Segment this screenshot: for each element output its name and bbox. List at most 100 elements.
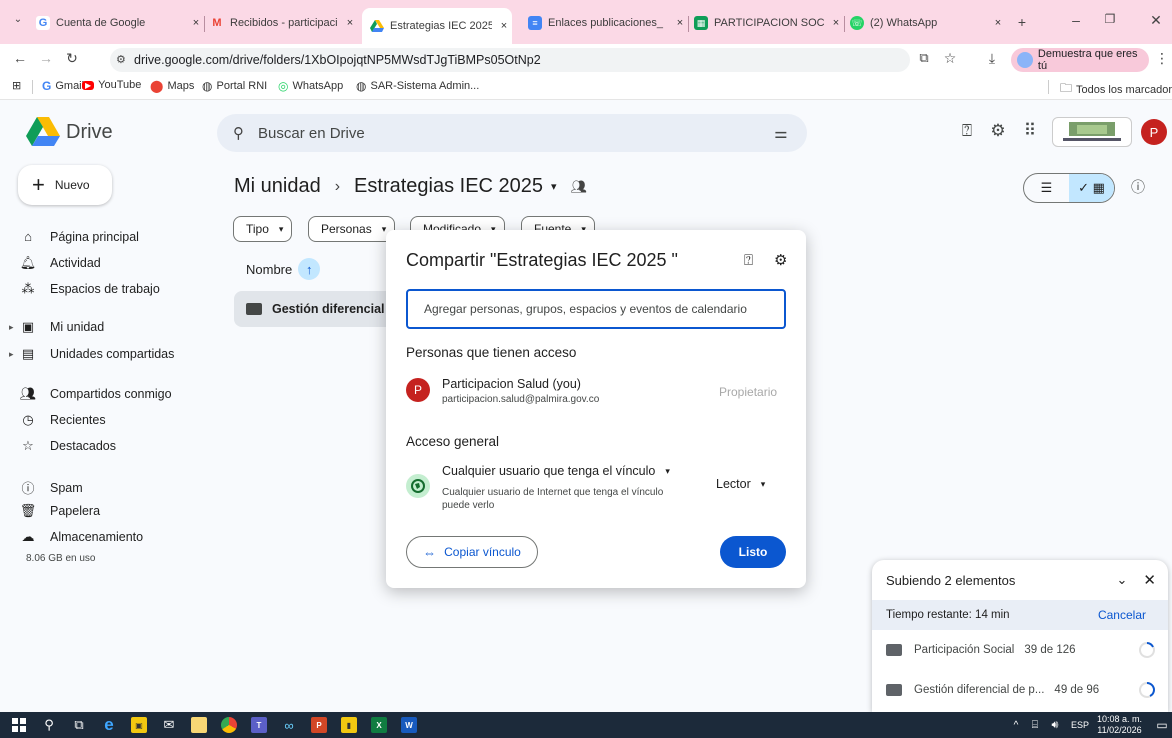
search-input[interactable]: Buscar en Drive — [258, 125, 769, 142]
drive-app-name[interactable]: Drive — [66, 121, 113, 144]
all-bookmarks[interactable]: 🗀Todos los marcadores — [1060, 79, 1172, 100]
nav-recent[interactable]: ◷ Recientes — [18, 412, 105, 428]
windows-start-icon[interactable] — [4, 712, 34, 738]
nav-trash[interactable]: 🗑︎ Papelera — [18, 503, 100, 519]
bookmark-sar[interactable]: ◍ SAR-Sistema Admin... — [356, 79, 479, 93]
nav-spam[interactable]: ⓘ Spam — [18, 478, 82, 497]
sort-arrow-up-icon[interactable]: ↑ — [298, 258, 321, 280]
nav-my-drive[interactable]: ▸ ▣ Mi unidad — [9, 319, 104, 335]
store-icon[interactable]: ▣ — [124, 712, 154, 738]
back-icon[interactable]: ← — [10, 50, 30, 66]
search-icon[interactable]: ⚲ — [34, 712, 64, 738]
folder-menu-caret-icon[interactable]: ▾ — [551, 180, 557, 193]
tab-search-icon[interactable]: ⌄ — [8, 14, 28, 25]
bookmark-youtube[interactable]: ▶ YouTube — [82, 79, 141, 91]
settings-gear-icon[interactable]: ⚙ — [986, 121, 1010, 141]
download-icon[interactable]: ⤓ — [982, 50, 1002, 67]
done-button[interactable]: Listo — [720, 536, 786, 568]
account-avatar[interactable]: P — [1141, 119, 1167, 145]
clock[interactable]: 10:08 a. m. 11/02/2026 — [1097, 714, 1142, 736]
nav-home[interactable]: ⌂ Página principal — [18, 229, 139, 244]
nav-storage[interactable]: ☁ Almacenamiento — [18, 529, 144, 545]
url-text[interactable]: drive.google.com/drive/folders/1XbOIpojq… — [134, 53, 541, 67]
bookmark-star-icon[interactable]: ☆ — [940, 50, 960, 67]
view-toggle[interactable]: ☰ ✓ ▦ — [1023, 173, 1115, 203]
power-bi-icon[interactable]: ▮ — [334, 712, 364, 738]
close-tab-icon[interactable]: × — [496, 20, 512, 32]
drive-search-bar[interactable]: ⚲ Buscar en Drive ⚌ — [217, 114, 807, 152]
forward-icon[interactable]: → — [36, 50, 56, 66]
close-window-icon[interactable]: ✕ — [1146, 12, 1166, 29]
help-icon[interactable]: ⍰ — [955, 121, 979, 141]
close-tab-icon[interactable]: × — [990, 17, 1006, 29]
bookmark-maps[interactable]: ⬤ Maps — [150, 79, 194, 93]
bookmark-gmail[interactable]: G Gmail — [42, 79, 84, 93]
info-icon[interactable]: ⓘ — [1126, 177, 1150, 197]
help-icon[interactable]: ⍰ — [744, 252, 753, 269]
nav-activity[interactable]: 🔔︎ Actividad — [18, 255, 101, 271]
copilot-icon[interactable]: ∞ — [274, 712, 304, 738]
breadcrumb-current[interactable]: Estrategias IEC 2025 — [354, 175, 543, 198]
notifications-icon[interactable]: ▭ — [1152, 712, 1172, 738]
grid-view-icon[interactable]: ✓ ▦ — [1069, 174, 1114, 202]
browser-menu-icon[interactable]: ⋮ — [1155, 50, 1169, 67]
tab-gmail[interactable]: M Recibidos - participacio × — [210, 11, 358, 35]
install-app-icon[interactable]: ⧉ — [914, 50, 934, 66]
close-tab-icon[interactable]: × — [188, 17, 204, 29]
tab-sheets[interactable]: ▦ PARTICIPACION SOCIAL × — [694, 11, 844, 35]
close-tab-icon[interactable]: × — [828, 17, 844, 29]
mail-icon[interactable]: ✉ — [154, 712, 184, 738]
copy-link-button[interactable]: ⇔ Copiar vínculo — [406, 536, 538, 568]
role-select[interactable]: Lector ▾ — [716, 477, 765, 491]
excel-icon[interactable]: X — [364, 712, 394, 738]
bookmark-portal-rni[interactable]: ◍ Portal RNI — [202, 79, 267, 93]
site-info-icon[interactable]: ⚙ — [116, 53, 126, 66]
settings-gear-icon[interactable]: ⚙ — [774, 251, 787, 269]
list-view-icon[interactable]: ☰ — [1024, 174, 1069, 202]
search-icon[interactable]: ⚲ — [233, 124, 244, 142]
profile-chip[interactable]: Demuestra que eres tú — [1011, 48, 1149, 72]
minimize-icon[interactable]: – — [1066, 12, 1086, 28]
google-apps-icon[interactable]: ⠿ — [1018, 121, 1042, 141]
expand-caret-icon[interactable]: ▸ — [9, 349, 14, 360]
close-tab-icon[interactable]: × — [672, 17, 688, 29]
teams-icon[interactable]: T — [244, 712, 274, 738]
cancel-upload-button[interactable]: Cancelar — [1098, 608, 1146, 622]
filter-people[interactable]: Personas ▾ — [308, 216, 396, 242]
restore-icon[interactable]: ❐ — [1100, 12, 1120, 26]
new-tab-button[interactable]: + — [1012, 14, 1032, 30]
powerpoint-icon[interactable]: P — [304, 712, 334, 738]
word-icon[interactable]: W — [394, 712, 424, 738]
expand-caret-icon[interactable]: ▸ — [9, 322, 14, 333]
close-tab-icon[interactable]: × — [342, 17, 358, 29]
nav-starred[interactable]: ☆ Destacados — [18, 438, 116, 454]
new-button[interactable]: + Nuevo — [18, 165, 112, 205]
breadcrumb-root[interactable]: Mi unidad — [234, 175, 321, 198]
search-options-icon[interactable]: ⚌ — [769, 124, 793, 142]
organization-logo[interactable] — [1052, 117, 1132, 147]
task-view-icon[interactable]: ⧉ — [64, 712, 94, 738]
nav-shared-drives[interactable]: ▸ ▤ Unidades compartidas — [9, 346, 174, 362]
file-explorer-icon[interactable] — [184, 712, 214, 738]
sort-by-name[interactable]: Nombre ↑ — [246, 258, 321, 280]
nav-shared-with-me[interactable]: 👥︎ Compartidos conmigo — [18, 386, 172, 402]
chrome-icon[interactable] — [214, 712, 244, 738]
bookmark-whatsapp[interactable]: ◎ WhatsApp — [278, 79, 343, 93]
filter-type[interactable]: Tipo ▾ — [233, 216, 293, 242]
reload-icon[interactable]: ↻ — [62, 50, 82, 67]
show-hidden-icons-icon[interactable]: ^ — [1007, 712, 1025, 738]
apps-grid-icon[interactable]: ⊞ — [12, 79, 21, 92]
tab-drive-active[interactable]: Estrategias IEC 2025 - G × — [362, 8, 512, 44]
collapse-chevron-icon[interactable]: ⌄ — [1117, 572, 1128, 588]
drive-logo-icon[interactable] — [26, 117, 60, 147]
nav-workspaces[interactable]: ⁂ Espacios de trabajo — [18, 281, 160, 297]
tab-docs[interactable]: ≡ Enlaces publicaciones_ × — [528, 11, 688, 35]
folder-row[interactable]: Gestión diferencial de — [234, 291, 394, 327]
address-bar[interactable]: drive.google.com/drive/folders/1XbOIpojq… — [110, 48, 910, 72]
tab-cuenta-google[interactable]: G Cuenta de Google × — [36, 11, 204, 35]
close-icon[interactable]: ✕ — [1143, 571, 1156, 589]
link-access-select[interactable]: Cualquier usuario que tenga el vínculo ▾ — [442, 464, 670, 478]
network-icon[interactable]: ⌸ — [1025, 712, 1045, 738]
language-indicator[interactable]: ESP — [1071, 720, 1089, 730]
add-people-input[interactable]: Agregar personas, grupos, espacios y eve… — [406, 289, 786, 329]
